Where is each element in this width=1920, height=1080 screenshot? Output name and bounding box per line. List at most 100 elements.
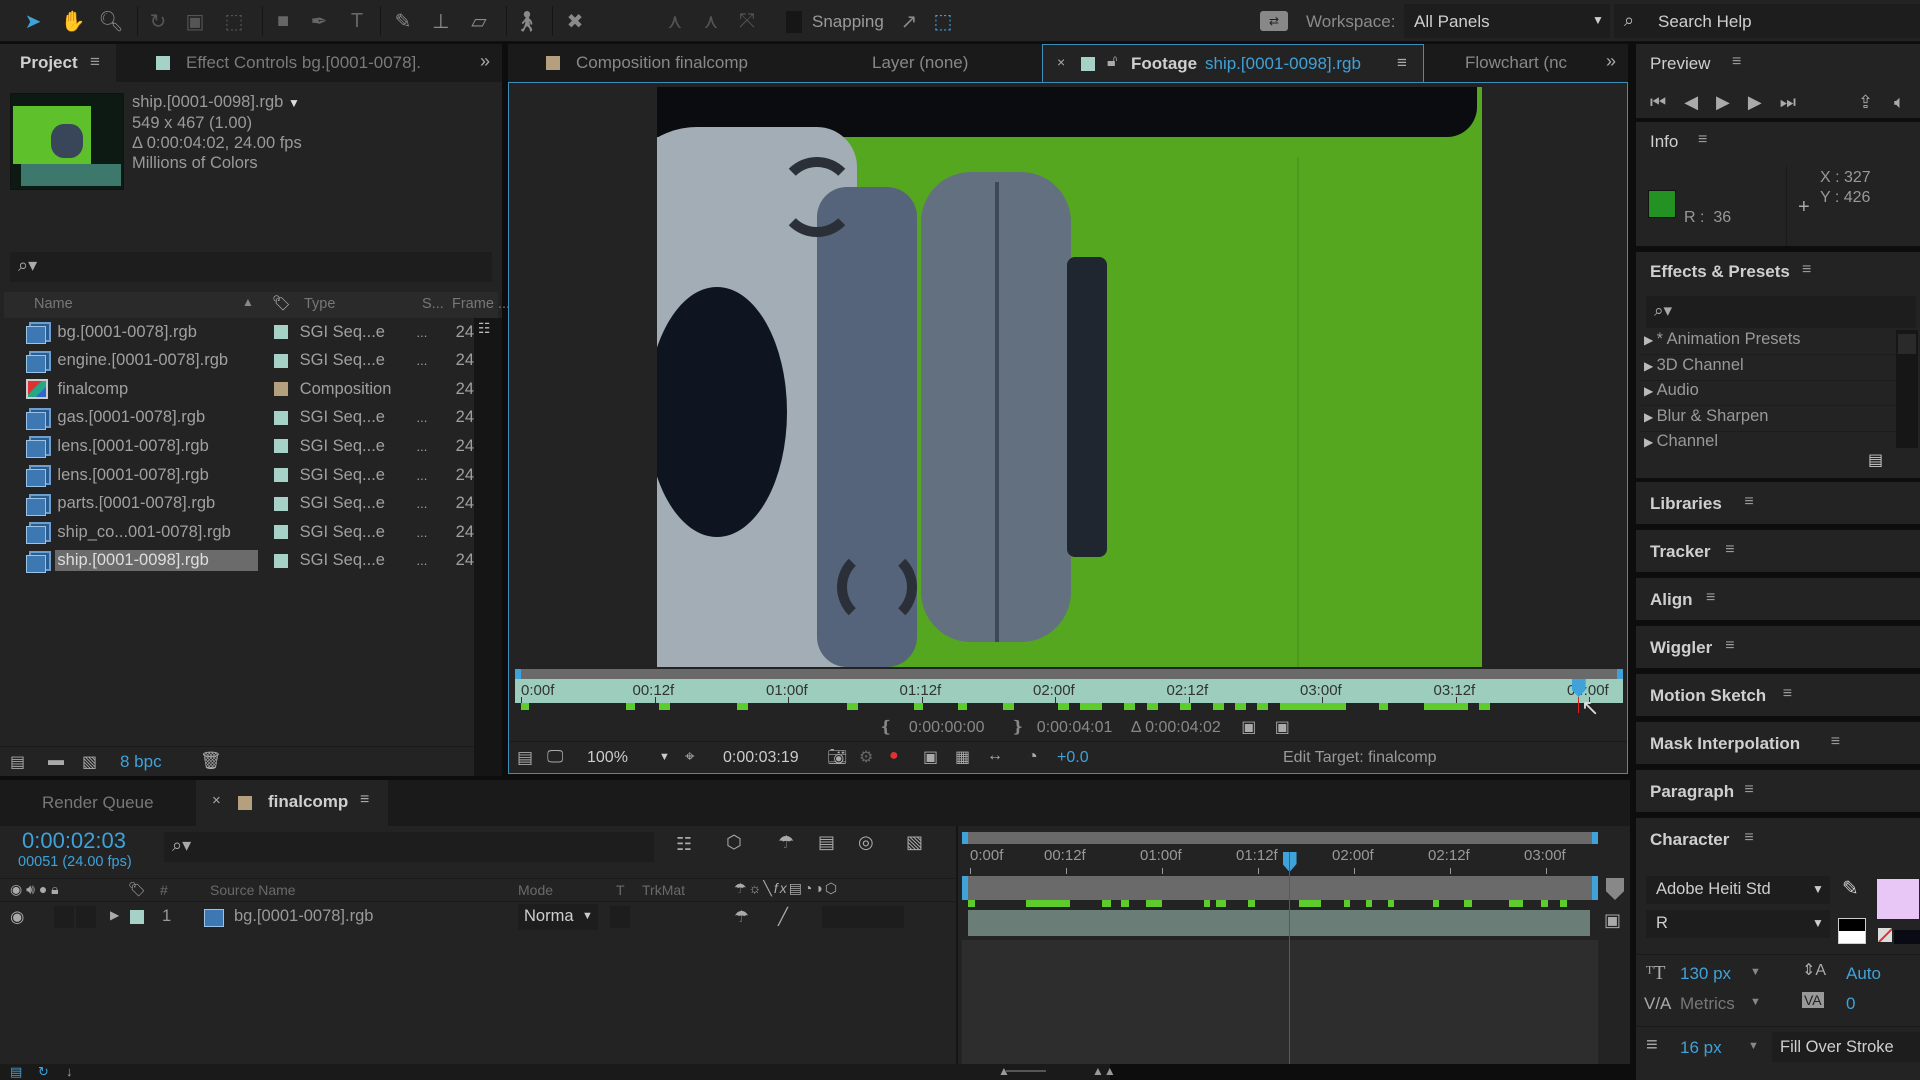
viewer-time-ruler[interactable]: 0:00f 00:12f 01:00f 01:12f 02:00f 02:12f 03:00…: [515, 679, 1623, 703]
label-column-tag-icon[interactable]: 🏷︎: [272, 294, 291, 312]
layer-switches[interactable]: [822, 906, 904, 928]
layer-duration-bar[interactable]: [968, 910, 1590, 936]
label-color-swatch[interactable]: [274, 325, 288, 339]
label-color-swatch[interactable]: [274, 353, 288, 368]
overlay-edit-icon[interactable]: ▣: [1275, 719, 1290, 736]
panel-overflow-icon[interactable]: »: [480, 51, 490, 72]
label-color-swatch[interactable]: [274, 468, 288, 482]
always-preview-icon[interactable]: ▤: [517, 748, 533, 768]
effects-scrollbar[interactable]: [1896, 330, 1918, 448]
exposure-reset-icon[interactable]: ◔: [1027, 746, 1038, 767]
column-size[interactable]: S...: [422, 296, 444, 312]
label-color-swatch[interactable]: [274, 382, 288, 397]
monitor-icon[interactable]: 🖵︎: [547, 747, 563, 767]
lock-icon[interactable]: 🔓︎: [1107, 53, 1117, 71]
no-stroke-swatch[interactable]: [1878, 928, 1892, 942]
camera-tool-icon[interactable]: ▣: [182, 8, 208, 34]
visibility-eye-icon[interactable]: ◉: [10, 907, 24, 927]
project-search-input[interactable]: ⌕▾: [10, 252, 492, 282]
item-name[interactable]: parts.[0001-0078].rgb: [55, 493, 258, 514]
last-frame-icon[interactable]: ⏭: [1780, 92, 1814, 112]
roto-brush-tool-icon[interactable]: 🚶︎: [514, 8, 540, 34]
new-preset-icon[interactable]: ▤: [1868, 450, 1883, 470]
column-frame-rate[interactable]: Frame ...: [452, 296, 510, 312]
item-name[interactable]: ship_co...001-0078].rgb: [55, 522, 258, 543]
work-area-end-handle[interactable]: [1592, 876, 1598, 900]
footage-frame[interactable]: [657, 87, 1482, 667]
timeline-playhead[interactable]: [1281, 852, 1299, 1064]
panel-menu-icon[interactable]: ≡: [90, 52, 100, 72]
next-frame-icon[interactable]: ▶: [1748, 92, 1780, 112]
stroke-width-value[interactable]: 16 px: [1680, 1038, 1722, 1058]
ripple-insert-edit-icon[interactable]: ▣: [1241, 719, 1256, 736]
exposure-value[interactable]: +0.0: [1057, 749, 1089, 767]
tracking-value[interactable]: 0: [1846, 994, 1855, 1014]
panel-motion-sketch[interactable]: Motion Sketch ≡: [1636, 674, 1920, 716]
panel-menu-icon[interactable]: ≡: [1783, 685, 1792, 703]
zoom-tool-icon[interactable]: 🔍︎: [98, 8, 124, 34]
panel-libraries[interactable]: Libraries ≡: [1636, 482, 1920, 524]
panel-menu-icon[interactable]: ≡: [1802, 261, 1811, 279]
draft-3d-icon[interactable]: ⬡: [726, 832, 742, 853]
column-mode[interactable]: Mode: [518, 882, 553, 898]
comp-marker-bin-icon[interactable]: [1606, 878, 1624, 900]
expand-arrow-icon[interactable]: ▶: [1644, 410, 1657, 424]
label-column-tag-icon[interactable]: 🏷︎: [128, 881, 146, 898]
effects-category[interactable]: ▶ * Animation Presets: [1640, 330, 1896, 355]
fill-color-swatch[interactable]: [1876, 878, 1920, 920]
snap-features-icon[interactable]: ⬚: [930, 8, 956, 34]
out-point-icon[interactable]: ❵: [1011, 719, 1024, 736]
chevron-down-icon[interactable]: ▼: [1750, 966, 1761, 978]
in-point-icon[interactable]: ❴: [879, 719, 892, 736]
item-name[interactable]: ship.[0001-0098].rgb: [55, 550, 259, 572]
expand-arrow-icon[interactable]: ▶: [1644, 359, 1657, 373]
panel-menu-icon[interactable]: ≡: [1725, 541, 1734, 559]
label-color-swatch[interactable]: [274, 525, 288, 540]
stroke-color-swatch[interactable]: [1894, 930, 1920, 944]
kerning-value[interactable]: Metrics: [1680, 994, 1735, 1014]
type-tool-icon[interactable]: T: [344, 8, 370, 34]
comp-flowchart-icon[interactable]: ☷: [676, 834, 692, 855]
panel-align[interactable]: Align ≡: [1636, 578, 1920, 620]
column-name[interactable]: Name: [34, 296, 73, 312]
flowchart-icon[interactable]: ☷: [478, 320, 491, 337]
project-item-row[interactable]: bg.[0001-0078].rgb SGI Seq...e... 24: [0, 318, 474, 346]
project-item-row[interactable]: lens.[0001-0078].rgb SGI Seq...e... 24: [0, 461, 474, 489]
preserve-transparency-toggle[interactable]: [610, 906, 630, 928]
panel-mask-interpolation[interactable]: Mask Interpolation ≡: [1636, 722, 1920, 764]
comp-button-icon[interactable]: ▣: [1604, 910, 1621, 931]
viewer-work-area-bar[interactable]: [515, 669, 1623, 679]
close-tab-icon[interactable]: ×: [212, 792, 221, 809]
interpret-footage-icon[interactable]: ▤: [10, 752, 25, 772]
project-item-row[interactable]: gas.[0001-0078].rgb SGI Seq...e... 24: [0, 404, 474, 432]
current-time-display[interactable]: 0:00:03:19: [723, 749, 799, 767]
chevron-down-icon[interactable]: ▼: [1750, 996, 1761, 1008]
panel-menu-icon[interactable]: ≡: [1698, 131, 1707, 149]
panel-menu-icon[interactable]: ≡: [1706, 589, 1715, 607]
pen-tool-icon[interactable]: ✒: [306, 8, 332, 34]
expand-timing-icon[interactable]: ↓: [66, 1064, 73, 1079]
item-name[interactable]: finalcomp: [56, 379, 259, 400]
layer-source-name[interactable]: bg.[0001-0078].rgb: [234, 907, 373, 926]
pixel-aspect-icon[interactable]: ↔: [987, 747, 1003, 765]
navigator-end-handle[interactable]: [1592, 832, 1598, 844]
transparency-grid-icon[interactable]: ▦: [955, 747, 970, 767]
item-name[interactable]: gas.[0001-0078].rgb: [55, 407, 258, 428]
title-action-safe-icon[interactable]: ⌖: [685, 747, 695, 767]
tab-flowchart[interactable]: Flowchart (nc: [1465, 53, 1567, 73]
tab-project[interactable]: Project ≡: [0, 44, 116, 82]
project-item-row[interactable]: parts.[0001-0078].rgb SGI Seq...e... 24: [0, 490, 474, 518]
local-axis-mode-icon[interactable]: ⋏: [662, 8, 688, 34]
brush-tool-icon[interactable]: ✎: [390, 8, 416, 34]
panel-wiggler[interactable]: Wiggler ≡: [1636, 626, 1920, 668]
label-color-swatch[interactable]: [274, 410, 288, 425]
color-depth-button[interactable]: 8 bpc: [120, 752, 162, 772]
timeline-search-input[interactable]: ⌕▾: [164, 832, 654, 862]
panel-tracker[interactable]: Tracker ≡: [1636, 530, 1920, 572]
column-trkmat[interactable]: TrkMat: [642, 882, 685, 898]
eyedropper-icon[interactable]: ✎: [1842, 876, 1859, 901]
blend-mode-dropdown[interactable]: Norma ▼: [518, 904, 598, 930]
black-white-swatch[interactable]: [1838, 918, 1866, 944]
tab-effect-controls[interactable]: Effect Controls bg.[0001-0078].: [186, 53, 421, 73]
workspace-sync-icon[interactable]: ⇄: [1260, 11, 1288, 31]
